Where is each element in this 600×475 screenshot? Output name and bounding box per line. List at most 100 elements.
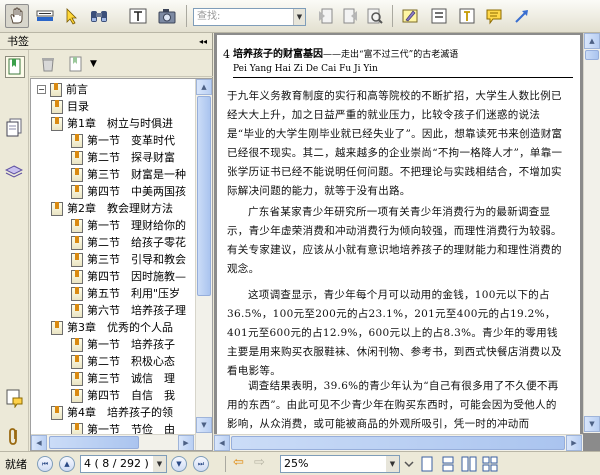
text-select-icon[interactable] — [33, 4, 57, 28]
paragraph: 这项调查显示，青少年每个月可以动用的金钱，100元以下的占36.5%，100元至… — [227, 289, 562, 377]
prev-result-icon[interactable] — [313, 4, 337, 28]
zoom-field[interactable]: 25% ▼ — [280, 455, 400, 473]
delete-bookmark-icon[interactable] — [39, 55, 57, 73]
bookmark-item[interactable]: 第四节 自信 我 — [71, 387, 175, 404]
doc-scroll-right-icon[interactable]: ▶ — [566, 435, 582, 451]
bookmark-item[interactable]: 目录 — [51, 98, 89, 115]
zoom-dropdown-icon[interactable]: ▼ — [386, 456, 399, 472]
first-page-icon[interactable]: ⏮ — [37, 456, 53, 472]
pages-panel-icon[interactable] — [5, 118, 25, 140]
text-tool-icon[interactable] — [126, 4, 150, 28]
page-number-value: 4 ( 8 / 292 ) — [84, 457, 149, 470]
doc-scroll-left-icon[interactable]: ◀ — [214, 435, 230, 451]
doc-scroll-up-icon[interactable]: ▲ — [584, 33, 600, 49]
bookmark-item[interactable]: 第一节 培养孩子 — [71, 336, 175, 353]
doc-scroll-down-icon[interactable]: ▼ — [584, 416, 600, 432]
scroll-up-icon[interactable]: ▲ — [196, 79, 212, 95]
tree-horizontal-scrollbar[interactable]: ◀ ▶ — [31, 434, 195, 450]
document-vertical-scrollbar[interactable]: ▲ ▼ — [583, 33, 600, 433]
attachments-panel-icon[interactable] — [5, 426, 25, 448]
facing-icon[interactable] — [461, 456, 477, 475]
bookmark-label: 第二节 探寻财富 — [87, 151, 175, 164]
bookmark-item[interactable]: 第一节 理财给你的 — [71, 217, 186, 234]
page-dropdown-icon[interactable]: ▼ — [153, 456, 166, 472]
forward-icon[interactable]: ⇨ — [254, 455, 265, 470]
bookmark-item[interactable]: 第二节 探寻财富 — [71, 149, 175, 166]
prev-page-icon[interactable]: ▲ — [59, 456, 75, 472]
collapse-panel-icon[interactable]: ◂◂ — [199, 33, 207, 50]
arrow-annotation-icon[interactable] — [510, 4, 534, 28]
select-arrow-icon[interactable] — [60, 4, 84, 28]
single-page-icon[interactable] — [420, 456, 434, 475]
bookmark-icon — [71, 184, 83, 199]
hand-tool-icon[interactable] — [5, 4, 29, 28]
comment-icon[interactable] — [482, 4, 506, 28]
scroll-right-icon[interactable]: ▶ — [178, 435, 194, 450]
bookmark-item[interactable]: 第1章 树立与时俱进 — [51, 115, 173, 132]
layers-panel-icon[interactable] — [4, 162, 25, 184]
bookmarks-panel-icon[interactable] — [5, 56, 25, 78]
bookmark-item[interactable]: 第二节 给孩子零花 — [71, 234, 186, 251]
bookmark-item[interactable]: 第五节 利用"压岁 — [71, 285, 180, 302]
scroll-thumb[interactable] — [197, 96, 211, 296]
find-binoculars-icon[interactable] — [87, 4, 111, 28]
bookmark-item[interactable]: 第四节 中美两国孩 — [71, 183, 186, 200]
bookmark-icon — [71, 354, 83, 369]
comments-panel-icon[interactable] — [5, 388, 25, 410]
page-number: 4 — [223, 48, 230, 61]
tree-vertical-scrollbar[interactable]: ▲ ▼ — [195, 79, 212, 450]
zoom-menu-icon[interactable] — [403, 457, 415, 474]
main-toolbar: 查找: ▼ — [0, 0, 600, 33]
panel-tabs — [0, 50, 29, 451]
continuous-icon[interactable] — [441, 456, 455, 475]
bookmark-item[interactable]: 第六节 培养孩子理 — [71, 302, 186, 319]
bookmark-item[interactable]: 第一节 节俭 由 — [71, 421, 175, 434]
bookmark-item[interactable]: 第三节 诚信 理 — [71, 370, 175, 387]
continuous-facing-icon[interactable] — [482, 456, 498, 475]
bookmark-icon — [71, 167, 83, 182]
bookmark-label: 第四节 自信 我 — [87, 389, 175, 402]
bookmark-tree: − 前言 目录 第1章 树立与时俱进 第一节 变革时代第二节 探寻财富 第三节 财富是一种… — [30, 78, 213, 451]
bookmark-item[interactable]: 第3章 优秀的个人品 — [51, 319, 173, 336]
doc-scroll-thumb[interactable] — [585, 50, 599, 60]
paragraph: 于九年义务教育制度的实行和高等院校的不断扩招，大学生人数比例已经大大上升，加之日… — [227, 90, 563, 197]
document-page: 4 培养孩子的财富基因——走出“富不过三代”的古老滅语 Pei Yang Hai… — [217, 35, 580, 435]
next-page-icon[interactable]: ▼ — [171, 456, 187, 472]
collapse-toggle-icon[interactable]: − — [37, 85, 46, 94]
bookmark-label: 第三节 财富是一种 — [87, 168, 186, 181]
bookmark-icon — [71, 388, 83, 403]
next-result-icon[interactable] — [339, 4, 363, 28]
bookmark-item[interactable]: 第二节 积极心态 — [71, 353, 175, 370]
text-box-icon[interactable] — [427, 4, 451, 28]
doc-horizontal-thumb[interactable] — [231, 436, 565, 450]
search-dropdown-icon[interactable]: ▼ — [293, 9, 305, 25]
bookmark-item[interactable]: − 前言 — [37, 81, 88, 98]
last-page-icon[interactable]: ⏭ — [193, 456, 209, 472]
bookmark-item[interactable]: 第4章 培养孩子的领 — [51, 404, 173, 421]
bookmark-label: 第二节 给孩子零花 — [87, 236, 186, 249]
document-horizontal-scrollbar[interactable]: ◀ ▶ — [214, 434, 583, 451]
bookmark-label: 第3章 优秀的个人品 — [67, 321, 173, 334]
search-web-icon[interactable] — [363, 4, 387, 28]
bookmark-icon — [71, 269, 83, 284]
bookmark-label: 第二节 积极心态 — [87, 355, 175, 368]
bookmark-item[interactable]: 第2章 教会理财方法 — [51, 200, 173, 217]
status-text: 就绪 — [5, 458, 27, 471]
scroll-left-icon[interactable]: ◀ — [31, 435, 47, 450]
page-number-field[interactable]: 4 ( 8 / 292 ) ▼ — [80, 455, 167, 473]
note-icon[interactable] — [455, 4, 479, 28]
bookmark-options-icon[interactable]: ▼ — [90, 55, 108, 73]
scroll-down-icon[interactable]: ▼ — [196, 417, 212, 433]
highlight-icon[interactable] — [398, 4, 422, 28]
horizontal-scroll-thumb[interactable] — [49, 436, 139, 449]
new-bookmark-icon[interactable] — [67, 55, 85, 73]
search-input[interactable]: 查找: ▼ — [193, 8, 306, 26]
bookmark-item[interactable]: 第一节 变革时代 — [71, 132, 175, 149]
bookmark-item[interactable]: 第三节 财富是一种 — [71, 166, 186, 183]
bookmark-icon — [50, 82, 62, 97]
back-icon[interactable]: ⇦ — [233, 455, 244, 470]
bookmark-item[interactable]: 第四节 因时施教— — [71, 268, 186, 285]
bookmark-item[interactable]: 第三节 引导和教会 — [71, 251, 186, 268]
bookmark-icon — [51, 320, 63, 335]
snapshot-icon[interactable] — [155, 4, 179, 28]
